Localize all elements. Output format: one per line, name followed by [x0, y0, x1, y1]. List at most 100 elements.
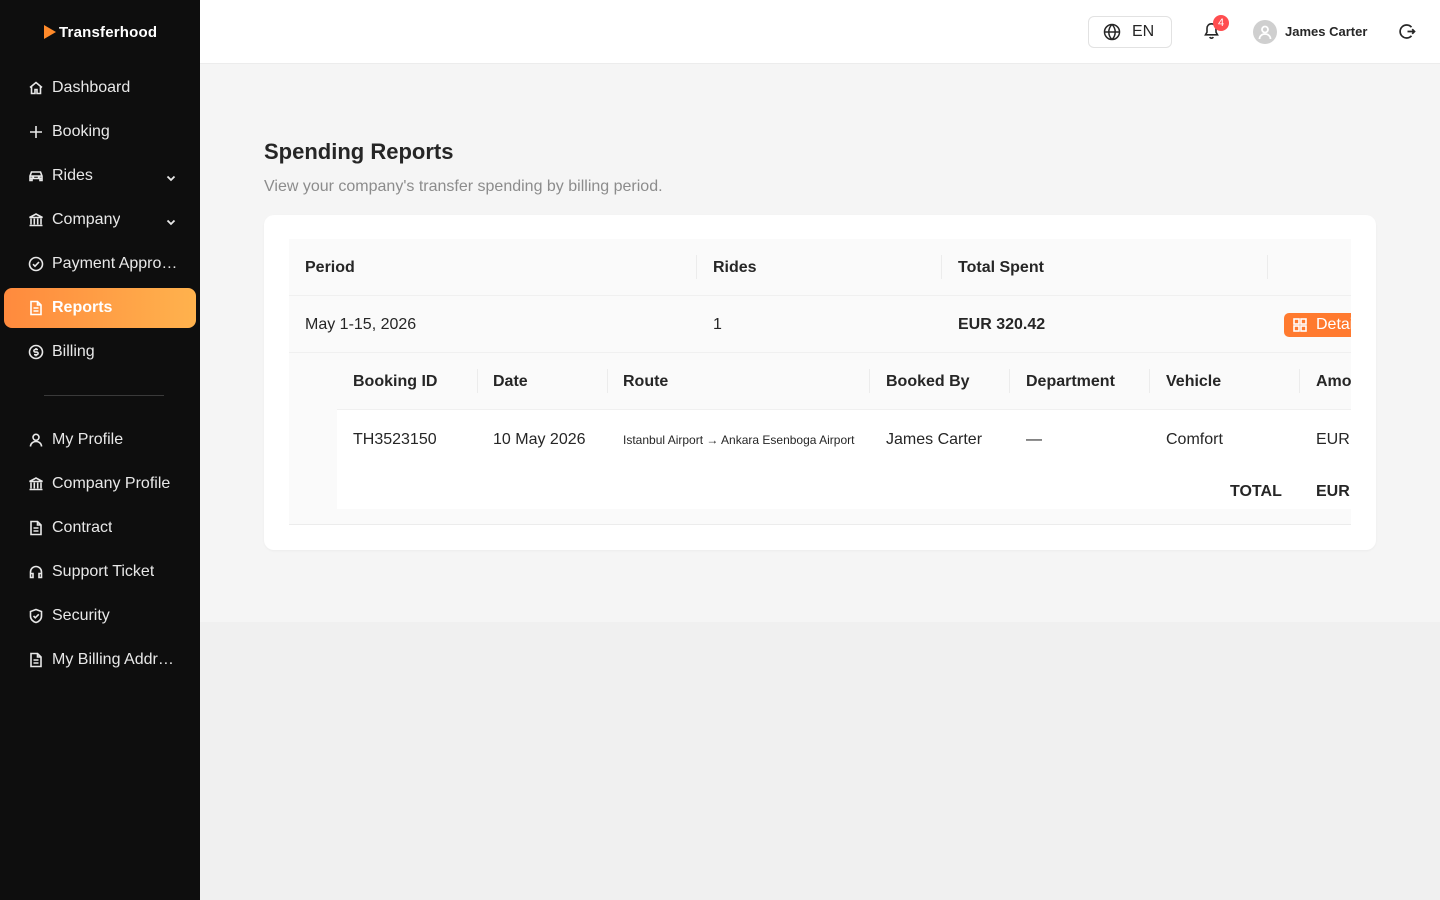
- notification-count-badge: 4: [1213, 15, 1229, 31]
- cell-rides: 1: [713, 315, 722, 333]
- logo-mark-icon: [44, 25, 56, 39]
- file-icon: [28, 652, 44, 668]
- column-separator: [1009, 369, 1010, 393]
- sidebar-item-reports[interactable]: Reports: [4, 288, 196, 328]
- car-icon: [28, 168, 44, 184]
- column-separator: [1267, 255, 1268, 279]
- secondary-nav: My Profile Company Profile Contract Supp…: [4, 420, 196, 684]
- sidebar-item-contract[interactable]: Contract: [4, 508, 196, 548]
- cell-total-spent: EUR 320.42: [958, 315, 1046, 333]
- sidebar-item-label: Company: [52, 211, 121, 228]
- file-icon: [28, 520, 44, 536]
- details-button[interactable]: Details: [1284, 313, 1351, 337]
- total-label: TOTAL: [1230, 483, 1282, 500]
- cell-date: 10 May 2026: [493, 431, 586, 448]
- booking-details-table: Booking ID Date Route Booked By Departme…: [337, 353, 1351, 509]
- sidebar-item-billing[interactable]: Billing: [4, 332, 196, 372]
- sidebar-item-company[interactable]: Company: [4, 200, 196, 240]
- top-header: EN 4 James Carter: [200, 0, 1440, 64]
- logout-button[interactable]: [1399, 23, 1417, 41]
- sidebar-item-label: Company Profile: [52, 475, 171, 492]
- brand-name: Transferhood: [59, 23, 158, 41]
- sidebar-item-security[interactable]: Security: [4, 596, 196, 636]
- bank-icon: [28, 212, 44, 228]
- column-header-route: Route: [623, 372, 669, 390]
- sidebar-item-label: Support Ticket: [52, 563, 155, 580]
- column-header-amount: Amount: [1316, 372, 1351, 390]
- sidebar-item-booking[interactable]: Booking: [4, 112, 196, 152]
- column-separator: [477, 369, 478, 393]
- chevron-down-icon: [166, 214, 176, 226]
- spending-table[interactable]: Period Rides Total Spent May 1-15, 2026 …: [289, 239, 1351, 525]
- sidebar-item-company-profile[interactable]: Company Profile: [4, 464, 196, 504]
- globe-icon: [1103, 23, 1121, 41]
- column-header-date: Date: [493, 372, 528, 390]
- sidebar-item-label: Rides: [52, 167, 93, 184]
- language-selector[interactable]: EN: [1088, 16, 1172, 48]
- column-separator: [941, 255, 942, 279]
- cell-route: Istanbul Airport → Ankara Esenboga Airpo…: [623, 433, 855, 447]
- column-header-total-spent: Total Spent: [958, 258, 1044, 276]
- dollar-circle-icon: [28, 344, 44, 360]
- column-separator: [1299, 369, 1300, 393]
- cell-department: —: [1026, 431, 1042, 448]
- user-name[interactable]: James Carter: [1285, 24, 1367, 39]
- sidebar-item-payment-approvals[interactable]: Payment Approvals: [4, 244, 196, 284]
- user-avatar-icon: [1258, 25, 1272, 40]
- content-lower-area: [200, 622, 1440, 900]
- sidebar-item-label: My Profile: [52, 431, 124, 448]
- logout-icon: [1399, 24, 1416, 39]
- brand-logo[interactable]: Transferhood: [44, 22, 157, 42]
- column-separator: [1149, 369, 1150, 393]
- primary-nav: Dashboard Booking Rides Company Payment …: [4, 68, 196, 376]
- home-icon: [28, 80, 44, 96]
- sidebar-divider: [44, 395, 164, 396]
- cell-vehicle: Comfort: [1166, 431, 1223, 448]
- bank-icon: [28, 476, 44, 492]
- sidebar-item-label: Billing: [52, 343, 95, 360]
- cell-booking-id[interactable]: TH3523150: [353, 410, 437, 470]
- table-row[interactable]: May 1-15, 2026 1 EUR 320.42 Details: [289, 296, 1351, 353]
- column-header-booked-by: Booked By: [886, 372, 970, 390]
- plus-icon: [28, 124, 44, 140]
- chevron-down-icon: [166, 170, 176, 182]
- column-separator: [869, 369, 870, 393]
- column-separator: [696, 255, 697, 279]
- table-header: Period Rides Total Spent: [289, 239, 1351, 296]
- sidebar-item-my-profile[interactable]: My Profile: [4, 420, 196, 460]
- language-code: EN: [1132, 23, 1155, 40]
- cell-booked-by: James Carter: [886, 431, 983, 448]
- sidebar-item-label: Payment Approvals: [52, 255, 178, 272]
- headset-icon: [28, 564, 44, 580]
- sidebar-item-dashboard[interactable]: Dashboard: [4, 68, 196, 108]
- reports-card: Period Rides Total Spent May 1-15, 2026 …: [264, 215, 1376, 550]
- sidebar-item-support-ticket[interactable]: Support Ticket: [4, 552, 196, 592]
- grid-icon: [1293, 318, 1307, 332]
- check-circle-icon: [28, 256, 44, 272]
- sidebar-item-billing-address[interactable]: My Billing Address: [4, 640, 196, 680]
- sidebar-item-label: Dashboard: [52, 79, 131, 96]
- cell-amount: EUR 320.42: [1316, 431, 1351, 448]
- sidebar-item-label: Reports: [52, 299, 113, 316]
- page-subtitle: View your company's transfer spending by…: [264, 178, 663, 195]
- column-header-vehicle: Vehicle: [1166, 372, 1222, 390]
- file-icon: [28, 300, 44, 316]
- sidebar-item-label: My Billing Address: [52, 651, 178, 668]
- details-table-header: Booking ID Date Route Booked By Departme…: [337, 353, 1351, 410]
- sidebar-item-label: Booking: [52, 123, 110, 140]
- column-header-booking-id: Booking ID: [353, 372, 438, 390]
- column-header-department: Department: [1026, 372, 1115, 390]
- column-separator: [607, 369, 608, 393]
- column-header-period: Period: [305, 258, 355, 276]
- sidebar: Transferhood Dashboard Booking Rides Com…: [0, 0, 200, 900]
- expanded-row: Booking ID Date Route Booked By Departme…: [289, 353, 1351, 525]
- details-button-label: Details: [1316, 316, 1351, 333]
- page-title: Spending Reports: [264, 139, 454, 164]
- column-header-rides: Rides: [713, 258, 757, 276]
- shield-check-icon: [28, 608, 44, 624]
- sidebar-item-rides[interactable]: Rides: [4, 156, 196, 196]
- user-icon: [28, 432, 44, 448]
- sidebar-item-label: Contract: [52, 519, 113, 536]
- total-value: EUR 320.42: [1316, 483, 1351, 500]
- avatar[interactable]: [1253, 20, 1277, 44]
